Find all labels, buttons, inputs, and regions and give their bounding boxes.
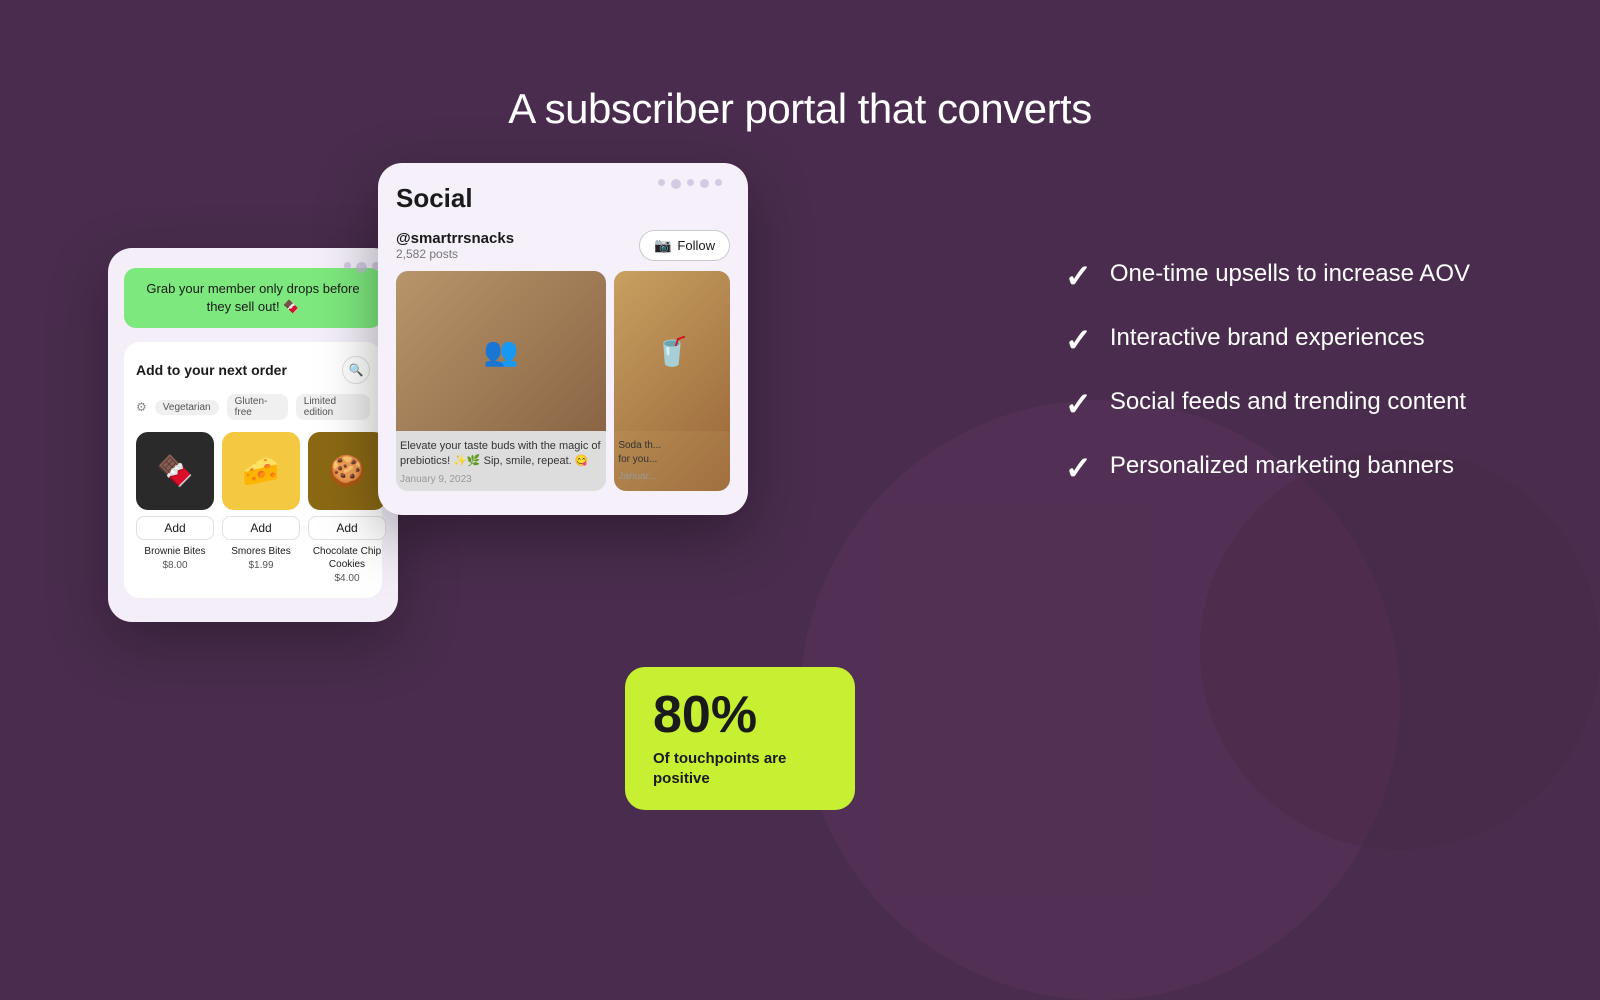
left-phone-dots	[344, 262, 380, 273]
feature-item-1: ✓ One-time upsells to increase AOV	[1065, 260, 1470, 292]
add-button-brownie[interactable]: Add	[136, 516, 214, 540]
product-img-brownie: 🍫	[136, 432, 214, 510]
feature-item-4: ✓ Personalized marketing banners	[1065, 452, 1470, 484]
follow-button[interactable]: 📷 Follow	[639, 230, 730, 261]
profile-handle: @smartrrsnacks	[396, 230, 514, 247]
stats-description: Of touchpoints are positive	[653, 749, 827, 788]
member-banner: Grab your member only drops before they …	[124, 268, 382, 328]
social-posts-grid: 👥 Elevate your taste buds with the magic…	[396, 271, 730, 491]
checkmark-2: ✓	[1065, 324, 1092, 356]
post-caption-2: Soda th...for you...	[614, 431, 730, 471]
product-price-smores: $1.99	[248, 560, 273, 571]
product-name-cookies: Chocolate Chip Cookies	[308, 545, 386, 571]
filter-row: ⚙ Vegetarian Gluten-free Limited edition	[136, 394, 370, 420]
social-profile-row: @smartrrsnacks 2,582 posts 📷 Follow	[396, 230, 730, 261]
post-image-2: 🥤	[614, 271, 730, 431]
feature-text-3: Social feeds and trending content	[1110, 388, 1466, 417]
checkmark-4: ✓	[1065, 452, 1092, 484]
filter-limited[interactable]: Limited edition	[296, 394, 370, 420]
feature-text-4: Personalized marketing banners	[1110, 452, 1454, 481]
product-grid: 🍫 Add Brownie Bites $8.00 🧀 Add Smores B…	[136, 432, 370, 584]
feature-text-1: One-time upsells to increase AOV	[1110, 260, 1470, 289]
right-phone-mockup: Social @smartrrsnacks 2,582 posts 📷 Foll…	[378, 163, 748, 515]
add-order-title: Add to your next order	[136, 362, 287, 378]
profile-posts-count: 2,582 posts	[396, 247, 514, 261]
profile-info: @smartrrsnacks 2,582 posts	[396, 230, 514, 261]
checkmark-3: ✓	[1065, 388, 1092, 420]
main-heading: A subscriber portal that converts	[0, 85, 1600, 133]
feature-item-3: ✓ Social feeds and trending content	[1065, 388, 1470, 420]
post-date-1: January 9, 2023	[396, 474, 606, 491]
left-phone-mockup: Grab your member only drops before they …	[108, 248, 398, 622]
follow-label: Follow	[677, 238, 715, 253]
feature-item-2: ✓ Interactive brand experiences	[1065, 324, 1470, 356]
post-card-2: 🥤 Soda th...for you... Januar...	[614, 271, 730, 491]
post-caption-1: Elevate your taste buds with the magic o…	[396, 431, 606, 474]
product-card-brownie: 🍫 Add Brownie Bites $8.00	[136, 432, 214, 584]
filter-icon: ⚙	[136, 400, 147, 414]
filter-vegetarian[interactable]: Vegetarian	[155, 400, 219, 415]
product-card-cookies: 🍪 Add Chocolate Chip Cookies $4.00	[308, 432, 386, 584]
post-image-1: 👥	[396, 271, 606, 431]
product-price-cookies: $4.00	[334, 573, 359, 584]
feature-text-2: Interactive brand experiences	[1110, 324, 1425, 353]
filter-glutenfree[interactable]: Gluten-free	[227, 394, 288, 420]
bg-decoration-2	[1200, 450, 1600, 850]
search-button[interactable]: 🔍	[342, 356, 370, 384]
product-img-smores: 🧀	[222, 432, 300, 510]
product-name-smores: Smores Bites	[231, 545, 290, 558]
add-button-cookies[interactable]: Add	[308, 516, 386, 540]
add-order-header: Add to your next order 🔍	[136, 356, 370, 384]
stats-percent: 80%	[653, 689, 827, 741]
stats-badge: 80% Of touchpoints are positive	[625, 667, 855, 810]
add-order-section: Add to your next order 🔍 ⚙ Vegetarian Gl…	[124, 342, 382, 598]
post-date-2: Januar...	[614, 471, 730, 488]
product-price-brownie: $8.00	[162, 560, 187, 571]
add-button-smores[interactable]: Add	[222, 516, 300, 540]
feature-list: ✓ One-time upsells to increase AOV ✓ Int…	[1065, 260, 1470, 484]
product-name-brownie: Brownie Bites	[144, 545, 205, 558]
right-phone-dots	[658, 179, 728, 189]
product-img-cookies: 🍪	[308, 432, 386, 510]
product-card-smores: 🧀 Add Smores Bites $1.99	[222, 432, 300, 584]
instagram-icon: 📷	[654, 237, 671, 254]
post-card-1: 👥 Elevate your taste buds with the magic…	[396, 271, 606, 491]
checkmark-1: ✓	[1065, 260, 1092, 292]
